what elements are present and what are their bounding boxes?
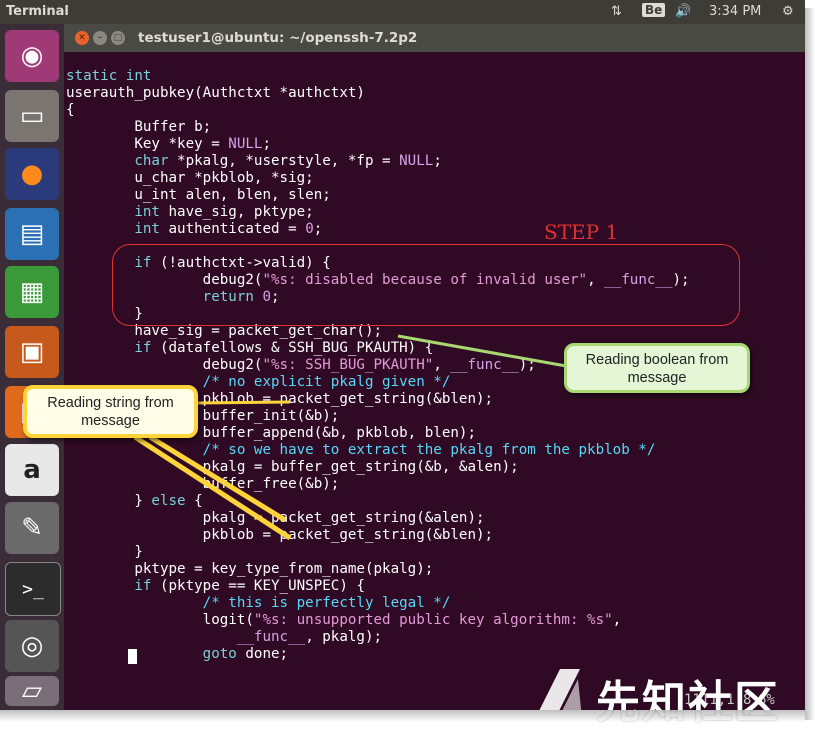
firefox-icon[interactable]: ● bbox=[5, 148, 59, 200]
window-shadow-bottom bbox=[0, 710, 805, 722]
files-icon[interactable]: ▭ bbox=[5, 90, 59, 142]
volume-icon[interactable]: 🔊 bbox=[675, 4, 691, 19]
writer-icon[interactable]: ▤ bbox=[5, 208, 59, 260]
maximize-icon[interactable]: □ bbox=[111, 31, 125, 45]
calc-icon[interactable]: ▦ bbox=[5, 266, 59, 318]
step-highlight-box bbox=[112, 244, 740, 326]
callout-boolean: Reading boolean from message bbox=[564, 343, 750, 393]
callout-string: Reading string from message bbox=[23, 385, 198, 438]
impress-icon[interactable]: ▣ bbox=[5, 326, 59, 378]
window-shadow-right bbox=[805, 8, 815, 720]
clock[interactable]: 3:34 PM bbox=[709, 4, 761, 19]
terminal-window-title: testuser1@ubuntu: ~/openssh-7.2p2 bbox=[138, 30, 418, 46]
trash-icon[interactable]: ▱ bbox=[5, 676, 59, 706]
disk-icon[interactable]: ◎ bbox=[5, 620, 59, 672]
minimize-icon[interactable]: – bbox=[93, 31, 107, 45]
keyboard-indicator[interactable]: Be bbox=[642, 3, 666, 17]
power-icon[interactable]: ⚙ bbox=[782, 4, 794, 19]
ubuntu-dash-icon[interactable]: ◉ bbox=[5, 30, 59, 82]
network-icon[interactable]: ⇅ bbox=[611, 4, 622, 19]
amazon-icon[interactable]: a bbox=[5, 444, 59, 496]
terminal-cursor bbox=[128, 649, 137, 664]
step-label: STEP 1 bbox=[544, 220, 619, 244]
terminal-icon[interactable]: >_ bbox=[5, 562, 61, 616]
terminal-titlebar: ✕ – □ testuser1@ubuntu: ~/openssh-7.2p2 bbox=[64, 24, 805, 52]
app-title: Terminal bbox=[6, 4, 69, 19]
top-panel: Terminal ⇅ Be 🔊 3:34 PM ⚙ bbox=[0, 0, 805, 24]
settings-icon[interactable]: ✎ bbox=[5, 502, 59, 554]
close-icon[interactable]: ✕ bbox=[75, 31, 89, 45]
launcher: ◉ ▭ ● ▤ ▦ ▣ ◫ a ✎ >_ ◎ ▱ bbox=[0, 24, 64, 710]
